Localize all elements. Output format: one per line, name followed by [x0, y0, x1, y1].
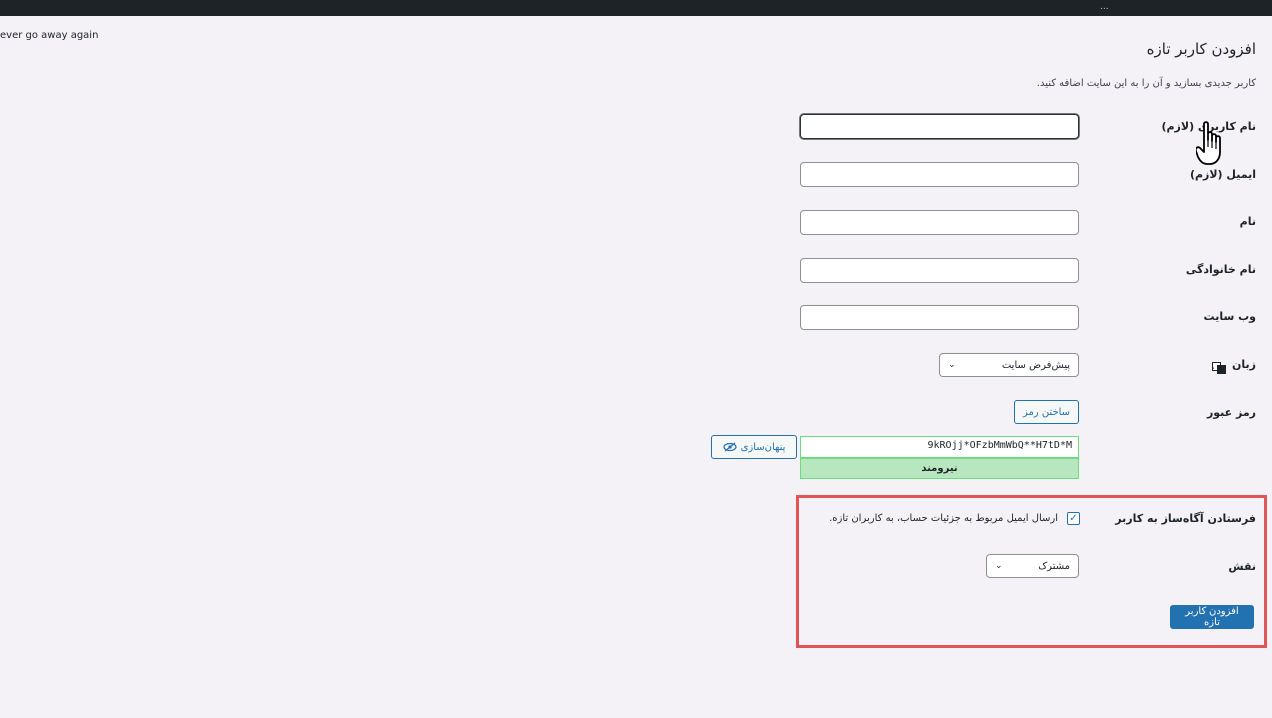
- language-selected-value: پیش‌فرض سایت: [1001, 359, 1070, 371]
- hide-password-label: پنهان‌سازی: [740, 441, 786, 453]
- send-notification-text: ارسال ایمیل مربوط به جزئیات حساب، به کار…: [829, 513, 1058, 524]
- page-description: کاربر جدیدی بسازید و آن را به این سایت ا…: [1036, 78, 1256, 89]
- website-input[interactable]: [800, 305, 1079, 330]
- website-label: وب سایت: [1203, 310, 1256, 323]
- admin-bar-item[interactable]: ...: [1100, 2, 1109, 12]
- role-label: نقش: [1228, 560, 1256, 573]
- first-name-input[interactable]: [800, 210, 1079, 235]
- last-name-label: نام خانوادگی: [1185, 263, 1256, 276]
- translation-icon: A: [1210, 359, 1227, 374]
- hide-password-button[interactable]: پنهان‌سازی: [711, 435, 797, 459]
- send-notification-label: فرستادن آگاه‌ساز به کاربر: [1115, 512, 1256, 525]
- add-new-user-button[interactable]: افزودن کاربر تازه: [1170, 605, 1254, 629]
- language-label-group: زبان A: [1210, 358, 1256, 374]
- chevron-down-icon: ⌄: [995, 561, 1003, 571]
- password-label: رمز عبور: [1206, 406, 1256, 419]
- eye-slash-icon: [722, 442, 737, 452]
- admin-top-bar: ...: [0, 0, 1272, 16]
- send-notification-checkbox[interactable]: ✓: [1067, 512, 1080, 525]
- role-selected-value: مشترک: [1038, 560, 1070, 572]
- hand-pointer-cursor-icon: [1194, 120, 1230, 172]
- language-select[interactable]: پیش‌فرض سایت ⌄: [939, 353, 1079, 377]
- page-title: افزودن کاربر تازه: [1146, 40, 1256, 58]
- last-name-input[interactable]: [800, 258, 1079, 283]
- language-label: زبان: [1232, 358, 1256, 371]
- role-select[interactable]: مشترک ⌄: [986, 554, 1079, 578]
- username-input[interactable]: [800, 114, 1079, 139]
- password-input[interactable]: 9kROjj*OFzbMmWbQ**H7tD*M: [800, 436, 1079, 458]
- first-name-label: نام: [1239, 215, 1256, 228]
- chevron-down-icon: ⌄: [948, 360, 956, 370]
- generate-password-button[interactable]: ساختن رمز: [1014, 400, 1079, 424]
- checkmark-icon: ✓: [1069, 513, 1078, 524]
- email-input[interactable]: [800, 162, 1079, 187]
- password-strength-meter: نیرومند: [800, 458, 1079, 479]
- notice-text: ever go away again: [0, 30, 99, 41]
